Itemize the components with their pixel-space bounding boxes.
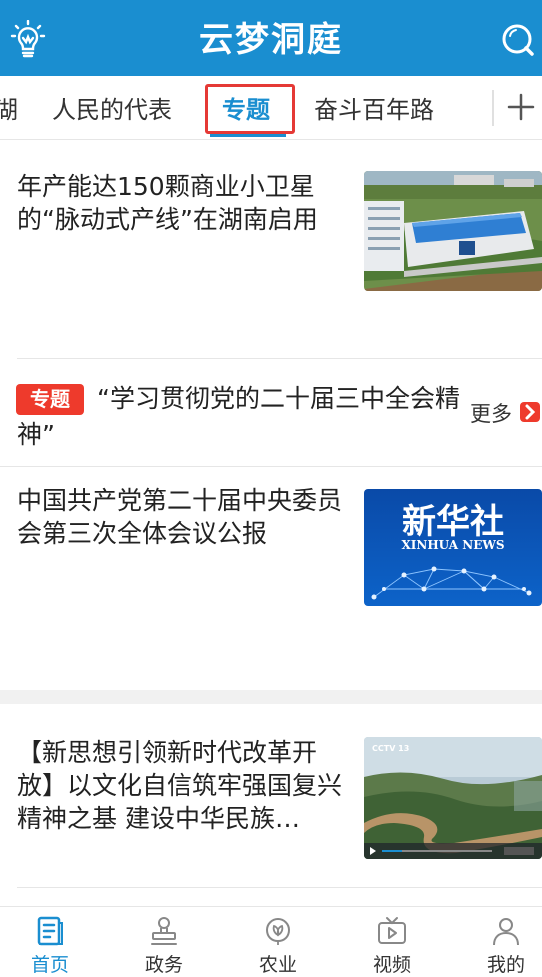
chevron-right-icon[interactable]	[520, 402, 540, 422]
article-headline[interactable]: 中国共产党第二十届中央委员会第三次全体会议公报	[17, 484, 347, 550]
nav-video[interactable]: 视频	[338, 907, 446, 976]
add-channel-icon[interactable]	[506, 92, 536, 122]
article-thumbnail[interactable]: CCTV 13	[364, 737, 542, 859]
divider	[17, 887, 542, 888]
nav-mine[interactable]: 我的	[452, 907, 542, 976]
active-tab-indicator	[210, 134, 286, 137]
section-gap	[0, 690, 542, 704]
user-icon	[493, 918, 519, 946]
thumb-text-cn: 新华社	[402, 502, 504, 542]
nav-home[interactable]: 首页	[0, 907, 104, 976]
agriculture-leaf-icon	[265, 917, 291, 945]
nav-government[interactable]: 政务	[110, 907, 218, 976]
tv-video-icon	[378, 917, 406, 944]
government-stamp-icon	[151, 917, 177, 945]
search-icon[interactable]	[498, 20, 538, 60]
divider	[0, 466, 542, 467]
topic-title[interactable]: “学习贯彻党的二十届三中全会精神”	[17, 381, 467, 453]
tabs-divider	[492, 90, 494, 126]
bottom-nav: 首页 政务 农业 视频 我的	[0, 906, 542, 976]
divider	[17, 358, 542, 359]
article-thumbnail[interactable]: 新华社 XINHUA NEWS	[364, 489, 542, 606]
home-doc-icon	[37, 916, 63, 946]
topic-badge: 专题	[16, 384, 84, 415]
tab-fendou-bainian[interactable]: 奋斗百年路	[314, 90, 434, 125]
tabs-fade	[462, 76, 492, 139]
tab-partial[interactable]: 湖	[0, 90, 18, 125]
more-link[interactable]: 更多	[470, 398, 512, 428]
article-thumbnail[interactable]	[364, 171, 542, 291]
app-header: 云梦洞庭	[0, 0, 542, 76]
channel-tabs: 湖 人民的代表 专题 奋斗百年路	[0, 76, 542, 140]
app-title: 云梦洞庭	[199, 20, 343, 60]
nav-agriculture[interactable]: 农业	[224, 907, 332, 976]
article-headline[interactable]: 【新思想引领新时代改革开放】以文化自信筑牢强国复兴精神之基 建设中华民族…	[17, 736, 347, 835]
cctv-logo: CCTV 13	[372, 744, 409, 753]
tab-zhuanti[interactable]: 专题	[222, 90, 270, 125]
tab-renmin-daibiao[interactable]: 人民的代表	[52, 90, 172, 125]
thumb-text-en: XINHUA NEWS	[401, 538, 504, 552]
article-headline[interactable]: 年产能达150颗商业小卫星的“脉动式产线”在湖南启用	[17, 170, 347, 236]
